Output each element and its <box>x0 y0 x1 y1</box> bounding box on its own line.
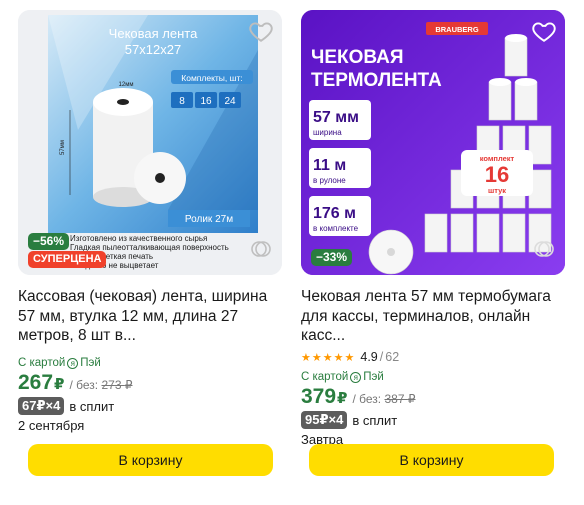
star-icon: ★ <box>344 351 355 364</box>
similar-circles-icon[interactable] <box>533 238 555 260</box>
image-spec-label: ширина <box>313 128 342 137</box>
image-kit-number: 16 <box>485 162 509 187</box>
pay-suffix: Пэй <box>80 357 101 369</box>
card-pay-label: С картой я Пэй <box>18 357 282 369</box>
product-card-1[interactable]: Чековая лента 57x12x27 Комплекты, шт: 8 … <box>18 10 282 433</box>
image-spec-value: 11 м <box>313 157 346 174</box>
image-kit-bottom: штук <box>488 186 506 195</box>
image-heading-1: ЧЕКОВАЯ <box>311 47 404 68</box>
image-spec-value: 176 м <box>313 205 356 222</box>
heart-outline-icon[interactable] <box>248 18 274 44</box>
price-row: 379 ₽ / без: 387 ₽ <box>301 385 565 409</box>
old-price-prefix: / без: <box>69 378 99 392</box>
image-dimensions: 57x12x27 <box>125 42 181 57</box>
image-set-24: 24 <box>224 96 236 107</box>
currency: ₽ <box>337 390 348 407</box>
old-currency: ₽ <box>124 378 133 392</box>
price: 379 <box>301 385 337 408</box>
split-row[interactable]: 95₽×4 в сплит <box>301 411 565 429</box>
card-pay-label: С картой я Пэй <box>301 371 565 383</box>
super-price-badge: СУПЕРЦЕНА <box>28 251 107 268</box>
discount-badge: −56% <box>28 233 70 250</box>
ya-pay-icon: я <box>350 371 362 383</box>
pay-prefix: С картой <box>18 357 66 369</box>
product-title[interactable]: Кассовая (чековая) лента, ширина 57 мм, … <box>18 287 282 346</box>
rating-row[interactable]: ★ ★ ★ ★ ★ 4.9 / 62 <box>301 349 565 365</box>
split-badge: 67₽×4 <box>18 397 65 415</box>
product-image-1[interactable]: Чековая лента 57x12x27 Комплекты, шт: 8 … <box>18 10 282 275</box>
image-heading-2: ТЕРМОЛЕНТА <box>311 70 442 91</box>
image-dim-12: 12мм <box>119 82 134 88</box>
image-spec-value: 57 мм <box>313 109 359 126</box>
add-to-cart-button[interactable]: В корзину <box>309 444 554 476</box>
image-heading: Чековая лента <box>109 26 198 41</box>
image-set-8: 8 <box>179 96 185 107</box>
old-price: 273 <box>101 378 122 392</box>
old-currency: ₽ <box>407 392 416 406</box>
image-dim-57: 57мм <box>60 140 66 155</box>
split-row[interactable]: 67₽×4 в сплит <box>18 397 282 415</box>
delivery-date: 2 сентября <box>18 418 85 433</box>
product-image-art-2: BRAUBERG ЧЕКОВАЯ ТЕРМОЛЕНТА 57 мм ширина… <box>301 10 565 275</box>
image-sets-label: Комплекты, шт: <box>181 73 242 83</box>
add-to-cart-button[interactable]: В корзину <box>28 444 273 476</box>
heart-outline-icon[interactable] <box>531 18 557 44</box>
old-price-prefix: / без: <box>352 392 382 406</box>
product-card-2[interactable]: BRAUBERG ЧЕКОВАЯ ТЕРМОЛЕНТА 57 мм ширина… <box>301 10 565 447</box>
rating-separator: / <box>379 350 384 364</box>
discount-badge: −33% <box>311 249 353 266</box>
star-icon: ★ <box>322 351 333 364</box>
similar-circles-icon[interactable] <box>250 238 272 260</box>
split-text: в сплит <box>352 412 398 428</box>
rating-value: 4.9 <box>360 350 378 364</box>
split-text: в сплит <box>69 398 115 414</box>
currency: ₽ <box>54 376 65 393</box>
image-set-16: 16 <box>200 96 212 107</box>
price-row: 267 ₽ / без: 273 ₽ <box>18 371 282 395</box>
ya-pay-icon: я <box>67 357 79 369</box>
old-price: 387 <box>384 392 405 406</box>
price: 267 <box>18 371 54 394</box>
product-image-2[interactable]: BRAUBERG ЧЕКОВАЯ ТЕРМОЛЕНТА 57 мм ширина… <box>301 10 565 275</box>
split-badge: 95₽×4 <box>301 411 348 429</box>
image-feature: Изготовлено из качественного сырья <box>70 234 207 243</box>
star-icon: ★ <box>301 351 311 364</box>
star-icon: ★ <box>333 351 344 364</box>
image-spec-label: в комплекте <box>313 224 359 233</box>
image-roll-label: Ролик 27м <box>185 214 233 225</box>
star-icon: ★ <box>311 351 322 364</box>
image-spec-label: в рулоне <box>313 176 346 185</box>
old-price-block: / без: 273 ₽ <box>69 378 132 392</box>
pay-suffix: Пэй <box>363 371 384 383</box>
old-price-block: / без: 387 ₽ <box>352 392 415 406</box>
reviews-count: 62 <box>385 350 400 364</box>
product-title[interactable]: Чековая лента 57 мм термобумага для касс… <box>301 287 565 346</box>
pay-prefix: С картой <box>301 371 349 383</box>
image-brand: BRAUBERG <box>435 25 479 34</box>
